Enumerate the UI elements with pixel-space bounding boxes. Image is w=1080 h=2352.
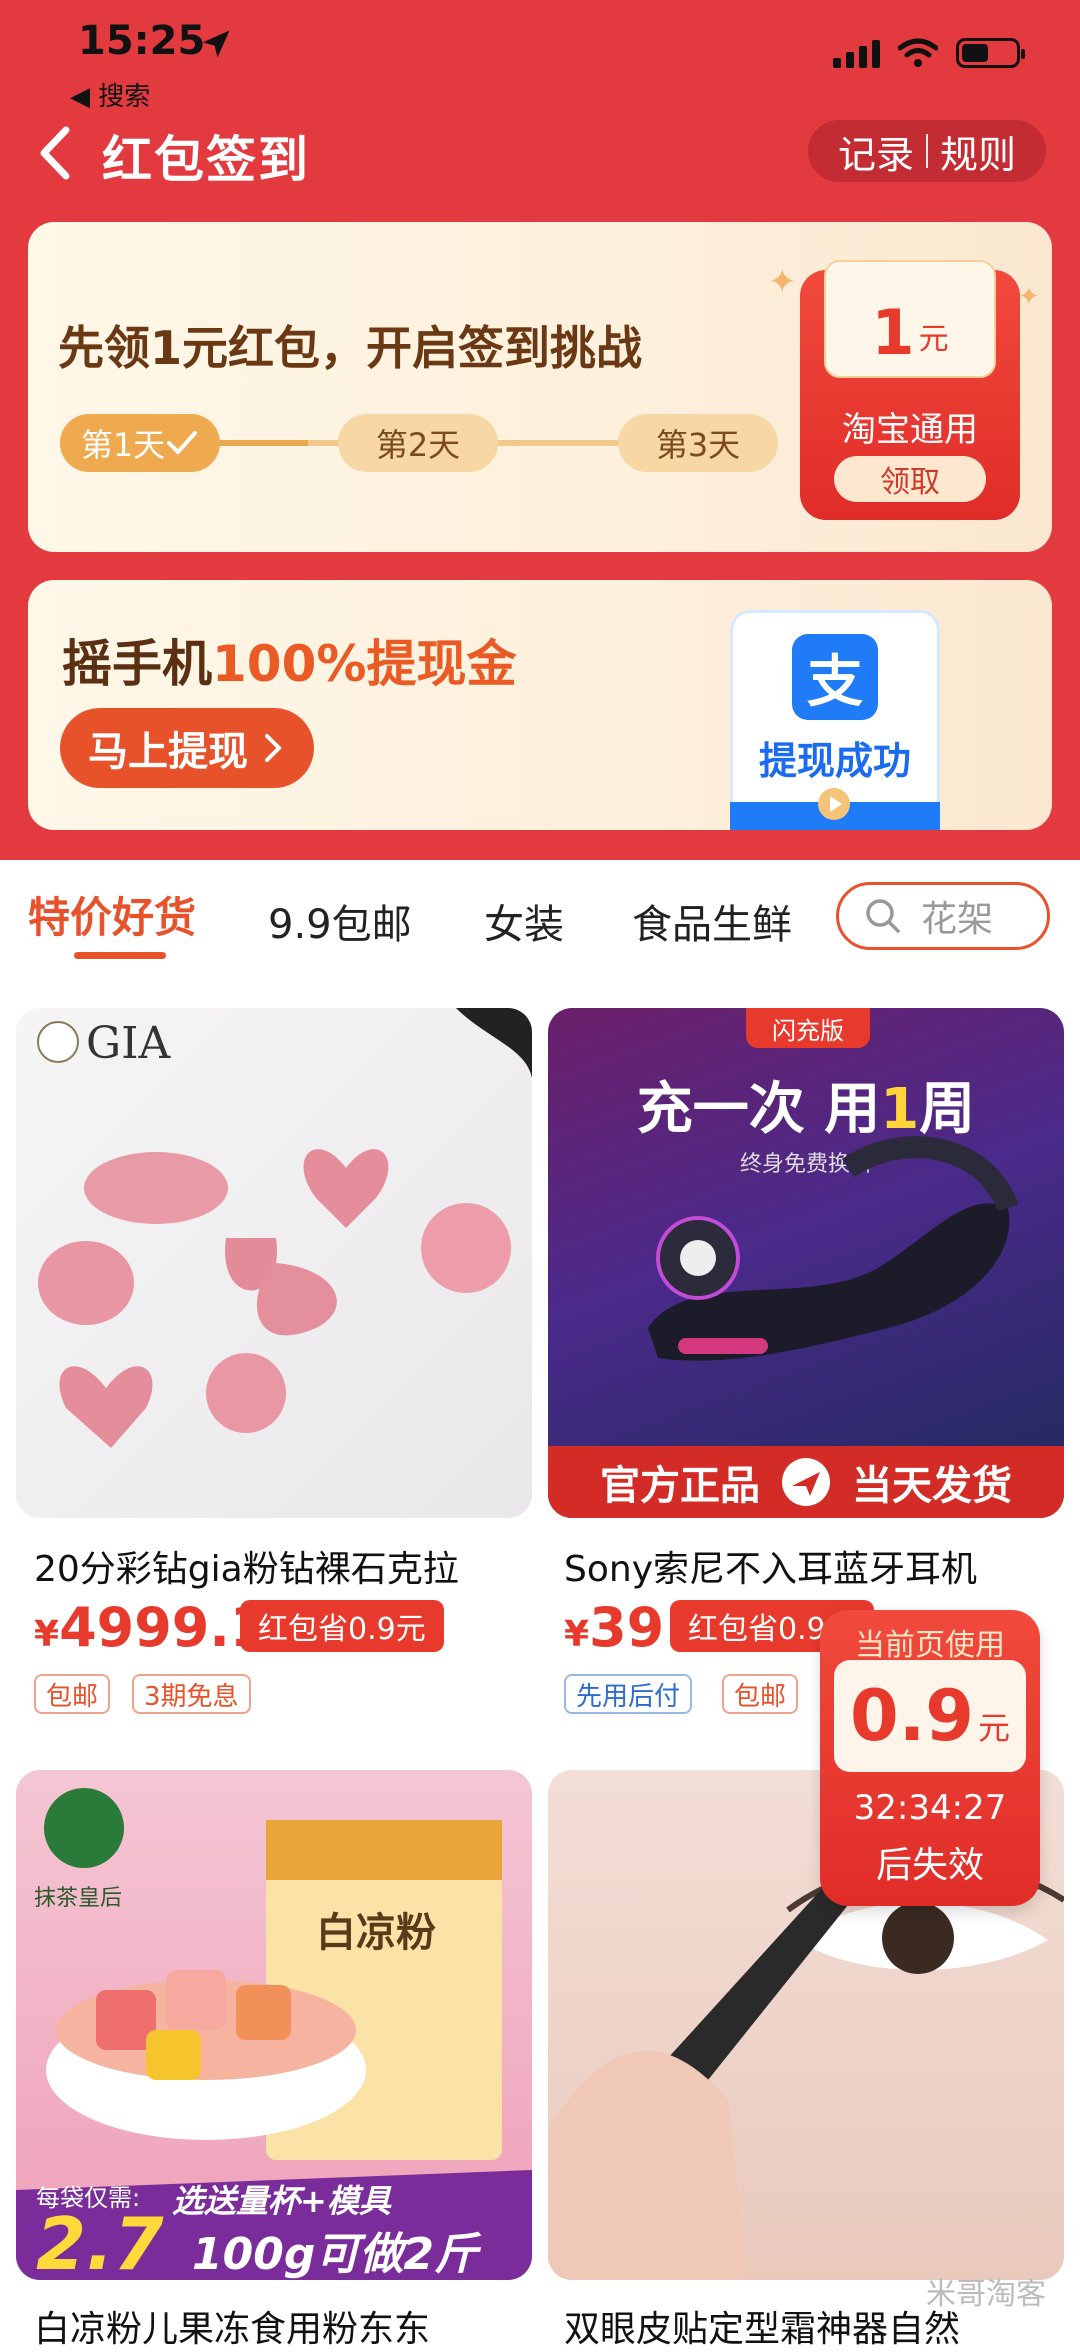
status-back-link[interactable]: ◀ 搜索 (70, 76, 150, 113)
battery-icon (956, 38, 1025, 68)
withdraw-now-button[interactable]: 马上提现 (60, 708, 314, 788)
claim-button[interactable]: 领取 (834, 456, 986, 502)
wifi-icon (898, 38, 938, 67)
coupon-header: 当前页使用 (855, 1628, 1005, 1663)
image-yield: 100g可做2斤 (192, 2229, 478, 2280)
product-price: ¥4999.1 (34, 1596, 268, 1659)
checkmark-icon (167, 431, 198, 455)
shake-title: 摇手机100%提现金 (62, 635, 517, 693)
day-2-pill: 第2天 (338, 414, 498, 472)
checkin-card: 先领1元红包，开启签到挑战 第1天 第2天 第3天 ✦ ✦ ✦ 1 元 淘宝通用… (28, 222, 1052, 552)
image-footer-banner: 官方正品 当天发货 (548, 1446, 1064, 1518)
search-placeholder: 花架 (921, 899, 994, 940)
alipay-logo-icon: 支 (792, 634, 878, 720)
countdown-timer: 32:34:27 (853, 1788, 1007, 1828)
tab-womens-clothing[interactable]: 女装 (484, 892, 564, 950)
location-arrow-icon (202, 30, 230, 58)
brand-label: 抹茶皇后 (34, 1886, 123, 1911)
tag-installment: 3期免息 (132, 1674, 251, 1714)
coupon-amount: 0.9 (849, 1675, 974, 1757)
gia-logo-text: GIA (86, 1018, 171, 1069)
page-title: 红包签到 (102, 131, 310, 189)
floating-coupon[interactable]: 当前页使用 0.9 元 32:34:27 后失效 (820, 1610, 1040, 1906)
package-label: 白凉粉 (316, 1910, 436, 1956)
reward-amount: 1 (871, 296, 915, 369)
records-button[interactable]: 记录 (838, 124, 914, 179)
top-actions: 记录 规则 (807, 120, 1046, 182)
diamonds-illustration (37, 1008, 532, 1448)
search-input[interactable]: 花架 (836, 882, 1050, 950)
active-tab-underline (74, 952, 166, 959)
product-title[interactable]: 白凉粉儿果冻食用粉东东 (34, 2300, 430, 2352)
airplane-icon (782, 1458, 830, 1506)
sparkle-icon: ✦ (1018, 282, 1040, 312)
day-1-pill: 第1天 (60, 414, 220, 472)
chevron-right-icon (265, 734, 282, 762)
day-3-pill: 第3天 (618, 414, 778, 472)
product-image[interactable]: 抹茶皇后 白凉粉 每袋仅需: 2.7 选送量杯+模具 100g可做2斤 (16, 1770, 532, 2280)
tag-free-shipping: 包邮 (34, 1674, 111, 1714)
product-image[interactable]: 闪充版 充一次 用1周 终身免费换新 官方正品 当天发货 (548, 1008, 1064, 1518)
image-promo: 选送量杯+模具 (172, 2182, 391, 2220)
expire-label: 后失效 (875, 1845, 984, 1886)
product-price: ¥39 (564, 1596, 665, 1659)
watermark: 米哥淘客 (926, 2277, 1046, 2312)
tab-special-deals[interactable]: 特价好货 (28, 884, 196, 945)
reward-ticket: 1 元 (824, 260, 996, 378)
earphone-illustration (648, 1136, 1019, 1361)
coupon-ticket: 0.9 元 (834, 1660, 1026, 1772)
reward-unit: 元 (918, 322, 949, 357)
coupon-badge: 红包省0.9元 (240, 1600, 444, 1652)
tag-pay-later: 先用后付 (564, 1674, 693, 1714)
signal-icon (833, 40, 880, 68)
rules-button[interactable]: 规则 (940, 124, 1016, 179)
coupon-unit: 元 (978, 1709, 1011, 1747)
divider (925, 134, 928, 168)
product-title[interactable]: Sony索尼不入耳蓝牙耳机 (564, 1540, 977, 1592)
image-price: 2.7 (36, 2202, 164, 2280)
tab-fresh-food[interactable]: 食品生鲜 (632, 892, 792, 950)
status-icons (833, 38, 1025, 68)
play-icon (818, 788, 850, 820)
shake-withdraw-card: 摇手机100%提现金 马上提现 支 提现成功 (28, 580, 1052, 830)
product-title[interactable]: 20分彩钻gia粉钻裸石克拉 (34, 1540, 459, 1592)
search-icon (866, 899, 900, 933)
reward-label: 淘宝通用 (842, 410, 978, 450)
product-title[interactable]: 双眼皮贴定型霜神器自然 (564, 2300, 960, 2352)
tab-9-9-free-shipping[interactable]: 9.9包邮 (268, 892, 412, 950)
sparkle-icon: ✦ (768, 262, 797, 302)
product-image[interactable]: GIA (16, 1008, 532, 1518)
tag-free-shipping: 包邮 (722, 1674, 799, 1714)
status-time: 15:25 (78, 18, 206, 64)
back-arrow-icon[interactable] (30, 118, 80, 188)
alipay-status-text: 提现成功 (758, 739, 911, 783)
checkin-title: 先领1元红包，开启签到挑战 (58, 321, 643, 375)
red-packet-reward[interactable]: 1 元 淘宝通用 领取 (800, 260, 1020, 520)
